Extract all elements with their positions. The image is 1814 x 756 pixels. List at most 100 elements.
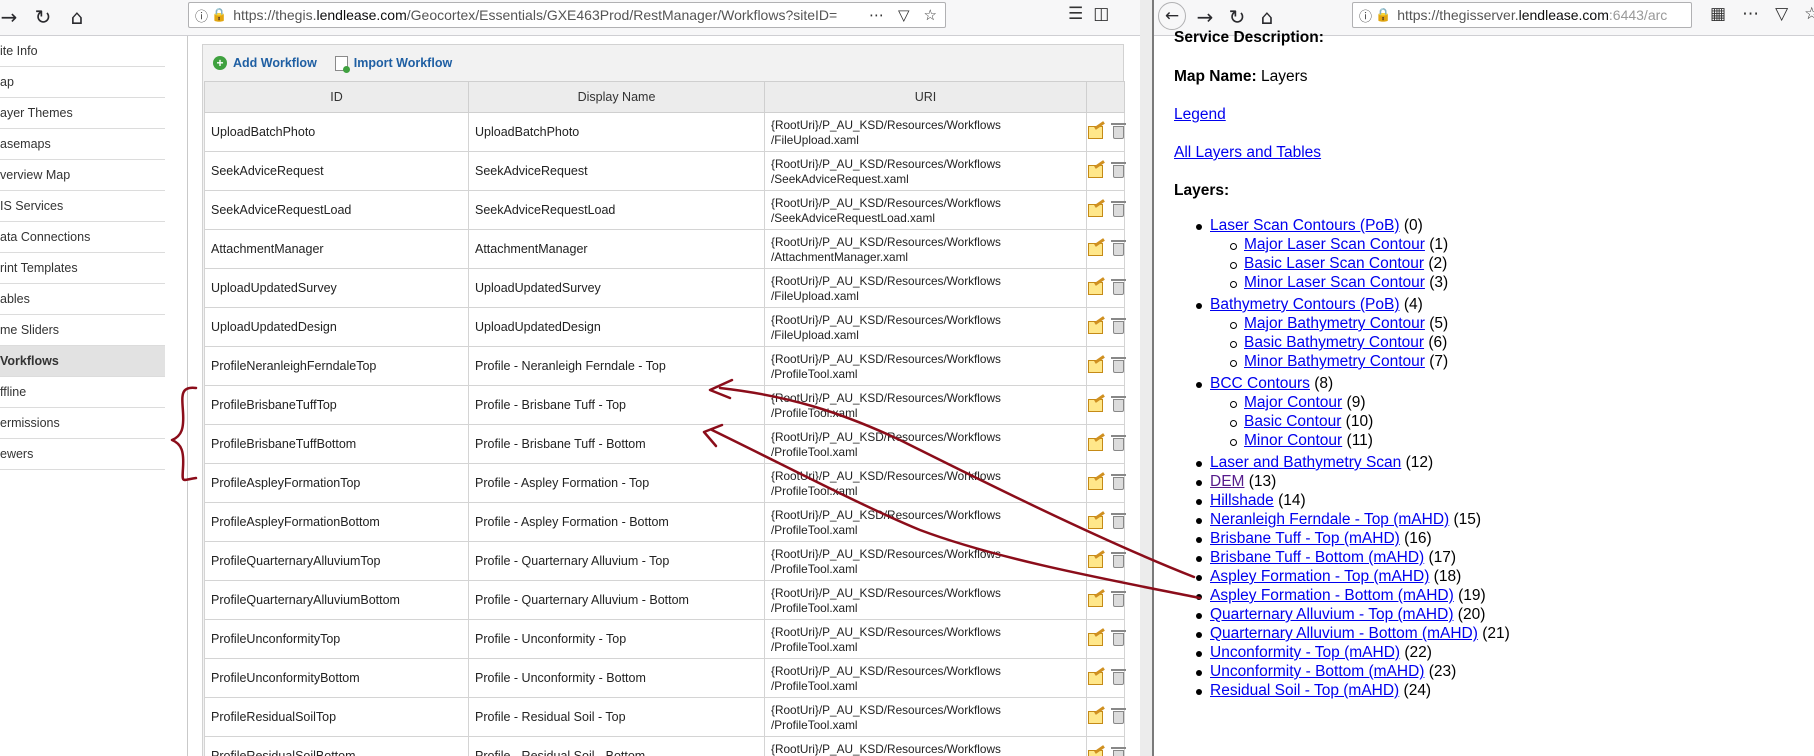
delete-icon[interactable] [1110,669,1126,686]
info-icon[interactable]: ⓘ [195,6,208,25]
edit-icon[interactable] [1087,243,1103,257]
edit-icon[interactable] [1087,165,1103,179]
delete-icon[interactable] [1110,240,1126,257]
reload-icon[interactable]: ↻ [28,2,58,32]
edit-icon[interactable] [1087,516,1103,530]
pocket-icon[interactable]: ▽ [1775,4,1788,24]
forward-icon[interactable]: → [1190,2,1220,32]
delete-icon[interactable] [1110,357,1126,374]
delete-icon[interactable] [1110,552,1126,569]
sidebar-toggle-icon[interactable]: ◫ [1093,4,1109,24]
delete-icon[interactable] [1110,747,1126,756]
sidebar-item[interactable]: ewers [0,439,165,470]
sidebar-item[interactable]: ables [0,284,165,315]
delete-icon[interactable] [1110,513,1126,530]
pocket-icon[interactable]: ▽ [898,6,910,24]
layer-link[interactable]: Laser Scan Contours (PoB) [1210,217,1400,234]
home-icon[interactable]: ⌂ [62,2,92,32]
sidebar-item[interactable]: rint Templates [0,253,165,284]
layer-link[interactable]: DEM [1210,473,1244,490]
layer-link[interactable]: Neranleigh Ferndale - Top (mAHD) [1210,511,1449,528]
all-layers-link[interactable]: All Layers and Tables [1174,144,1321,162]
sidebar-item[interactable]: ermissions [0,408,165,439]
sidebar-item[interactable]: ata Connections [0,222,165,253]
edit-icon[interactable] [1087,555,1103,569]
layer-link[interactable]: Aspley Formation - Top (mAHD) [1210,568,1429,585]
layer-link[interactable]: Unconformity - Bottom (mAHD) [1210,663,1424,680]
layer-link[interactable]: Laser and Bathymetry Scan [1210,454,1401,471]
import-workflow-button[interactable]: Import Workflow [334,55,452,73]
layer-link[interactable]: Bathymetry Contours (PoB) [1210,296,1400,313]
layer-link[interactable]: Brisbane Tuff - Bottom (mAHD) [1210,549,1424,566]
edit-icon[interactable] [1087,672,1103,686]
layer-link[interactable]: Basic Bathymetry Contour [1244,334,1424,351]
layer-link[interactable]: Brisbane Tuff - Top (mAHD) [1210,530,1400,547]
legend-link[interactable]: Legend [1174,106,1226,124]
left-address-bar[interactable]: ⓘ 🔒 https://thegis. lendlease.com/Geocort… [188,2,946,28]
layer-link[interactable]: Residual Soil - Top (mAHD) [1210,682,1399,699]
layer-link[interactable]: Minor Contour [1244,432,1342,449]
delete-icon[interactable] [1110,591,1126,608]
layer-link[interactable]: Minor Bathymetry Contour [1244,353,1425,370]
sidebar-item[interactable]: ite Info [0,36,165,67]
sidebar-item[interactable]: asemaps [0,129,165,160]
delete-icon[interactable] [1110,162,1126,179]
edit-icon[interactable] [1087,126,1103,140]
bookmark-star-icon[interactable]: ☆ [1804,4,1814,24]
delete-icon[interactable] [1110,279,1126,296]
library-icon[interactable]: ☰ [1068,4,1083,24]
right-address-bar[interactable]: ⓘ 🔒 https://thegisserver. lendlease.com:6… [1352,2,1692,28]
layer-link[interactable]: Basic Laser Scan Contour [1244,255,1424,272]
edit-icon[interactable] [1087,633,1103,647]
sidebar-item[interactable]: Vorkflows [0,346,165,377]
uri-line-2: /ProfileTool.xaml [771,678,858,693]
forward-icon[interactable]: → [0,2,24,32]
edit-icon[interactable] [1087,282,1103,296]
back-icon[interactable]: ← [1158,2,1186,30]
layer-link[interactable]: Quarternary Alluvium - Bottom (mAHD) [1210,625,1478,642]
layer-link[interactable]: Quarternary Alluvium - Top (mAHD) [1210,606,1453,623]
edit-icon[interactable] [1087,477,1103,491]
sidebar-item[interactable]: verview Map [0,160,165,191]
edit-icon[interactable] [1087,204,1103,218]
page-actions-icon[interactable]: ⋯ [869,6,884,24]
sidebar-item[interactable]: me Sliders [0,315,165,346]
sidebar-item[interactable]: ayer Themes [0,98,165,129]
bookmark-star-icon[interactable]: ☆ [924,6,937,24]
layer-link[interactable]: Aspley Formation - Bottom (mAHD) [1210,587,1454,604]
reload-icon[interactable]: ↻ [1222,2,1252,32]
layer-link[interactable]: Major Contour [1244,394,1342,411]
edit-icon[interactable] [1087,594,1103,608]
sidebar-item[interactable]: ap [0,67,165,98]
reader-view-icon[interactable]: ▦ [1710,4,1726,24]
sidebar-item[interactable]: IS Services [0,191,165,222]
edit-icon[interactable] [1087,321,1103,335]
delete-icon[interactable] [1110,318,1126,335]
sidebar-item[interactable]: ffline [0,377,165,408]
edit-icon[interactable] [1087,360,1103,374]
layer-link[interactable]: Major Laser Scan Contour [1244,236,1425,253]
table-row: UploadUpdatedSurvey UploadUpdatedSurvey {R… [204,268,1126,308]
delete-icon[interactable] [1110,474,1126,491]
layer-link[interactable]: Minor Laser Scan Contour [1244,274,1425,291]
page-actions-icon[interactable]: ⋯ [1742,4,1759,24]
layer-link[interactable]: Unconformity - Top (mAHD) [1210,644,1400,661]
delete-icon[interactable] [1110,396,1126,413]
edit-icon[interactable] [1087,711,1103,725]
delete-icon[interactable] [1110,708,1126,725]
info-icon[interactable]: ⓘ [1359,6,1372,25]
layer-link[interactable]: Basic Contour [1244,413,1341,430]
edit-icon[interactable] [1087,750,1103,756]
layer-item: Minor Laser Scan Contour (3) [1244,274,1448,292]
delete-icon[interactable] [1110,630,1126,647]
delete-icon[interactable] [1110,201,1126,218]
layer-link[interactable]: BCC Contours [1210,375,1310,392]
layer-link[interactable]: Major Bathymetry Contour [1244,315,1425,332]
edit-icon[interactable] [1087,438,1103,452]
edit-icon[interactable] [1087,399,1103,413]
add-workflow-button[interactable]: + Add Workflow [213,56,317,70]
home-icon[interactable]: ⌂ [1252,2,1282,32]
delete-icon[interactable] [1110,435,1126,452]
layer-link[interactable]: Hillshade [1210,492,1274,509]
delete-icon[interactable] [1110,123,1126,140]
